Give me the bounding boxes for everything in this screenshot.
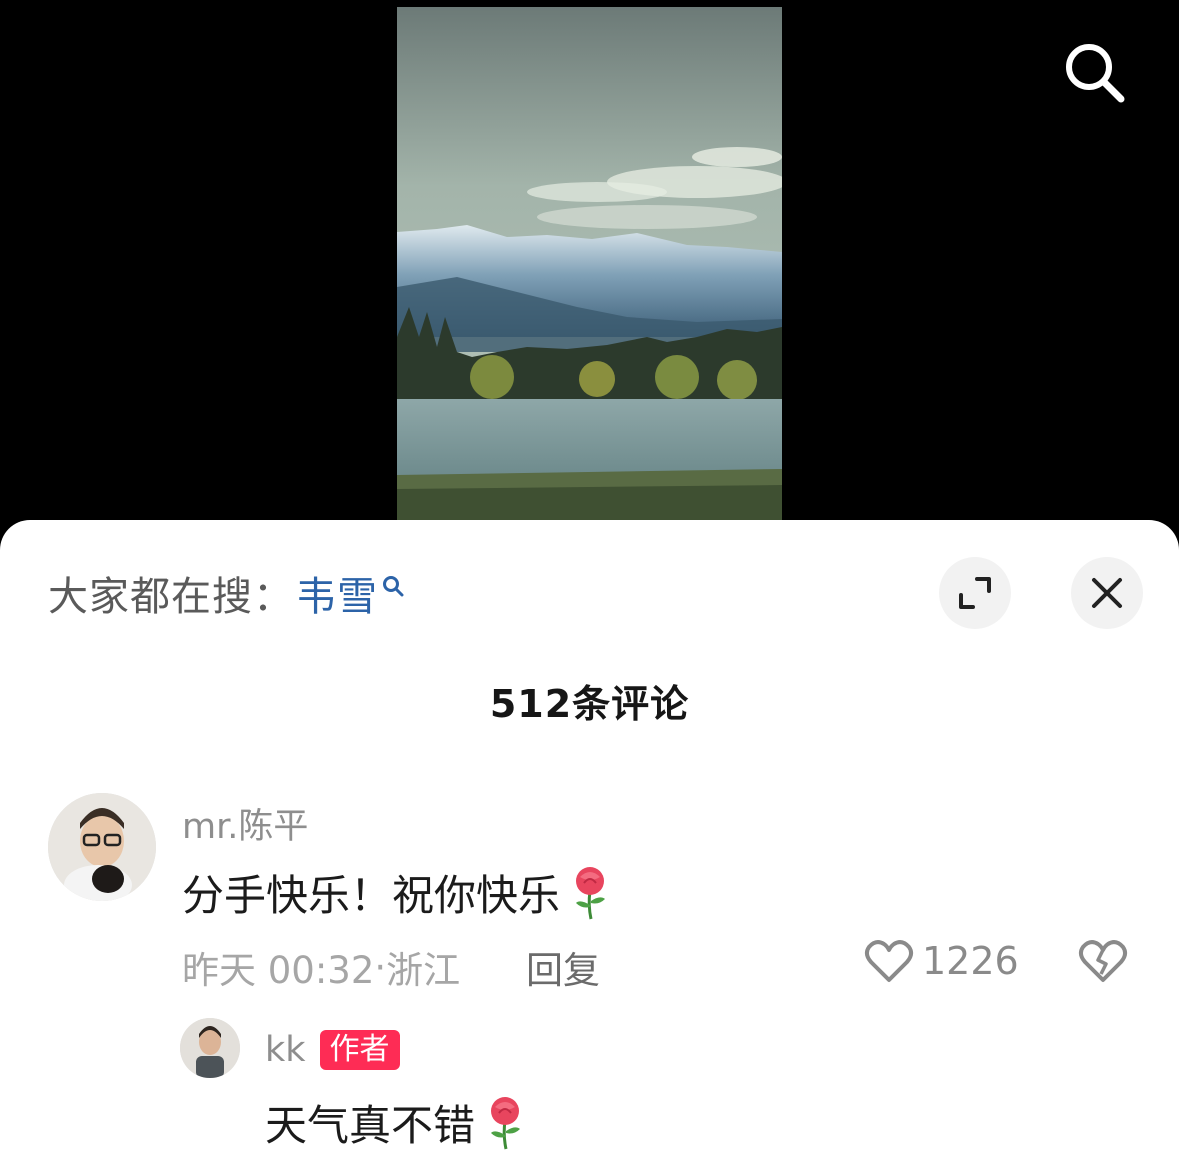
comment-meta: 昨天 00:32 · 浙江 bbox=[182, 940, 460, 994]
author-avatar-image bbox=[180, 1018, 240, 1078]
reply-text: 天气真不错 bbox=[265, 1092, 525, 1153]
hot-search-bar[interactable]: 大家都在搜： 韦雪 bbox=[48, 568, 404, 620]
comment-body: 分手快乐！祝你快乐 bbox=[182, 871, 561, 920]
close-icon bbox=[1092, 578, 1122, 608]
video-thumbnail[interactable] bbox=[397, 7, 782, 520]
hot-search-prefix: 大家都在搜： bbox=[48, 574, 294, 620]
like-button[interactable]: 1226 bbox=[864, 938, 1019, 984]
reply-username-row: kk 作者 bbox=[265, 1030, 400, 1070]
comment-location: 浙江 bbox=[386, 949, 461, 992]
comment-text: 分手快乐！祝你快乐 bbox=[182, 862, 610, 923]
author-badge: 作者 bbox=[319, 1030, 400, 1070]
mini-search-icon bbox=[383, 576, 404, 597]
comment-username[interactable]: kk bbox=[265, 1030, 306, 1070]
comment-count-title: 512条评论 bbox=[489, 682, 690, 726]
rose-icon bbox=[491, 1096, 521, 1149]
broken-heart-icon bbox=[1078, 940, 1128, 982]
comment-time: 昨天 00:32 bbox=[182, 949, 375, 992]
comment-sheet: 大家都在搜： 韦雪 512条评论 mr.陈平 分手快乐！祝你快乐 昨天 00:3… bbox=[0, 520, 1179, 1174]
avatar[interactable] bbox=[180, 1018, 240, 1078]
user-avatar-image bbox=[48, 793, 156, 901]
expand-button[interactable] bbox=[939, 557, 1011, 629]
heart-icon bbox=[864, 940, 914, 982]
meta-separator: · bbox=[374, 945, 387, 989]
dislike-button[interactable] bbox=[1078, 938, 1128, 988]
comment-body: 天气真不错 bbox=[265, 1101, 476, 1150]
rose-icon bbox=[576, 866, 606, 919]
video-player[interactable] bbox=[0, 0, 1179, 540]
search-icon bbox=[1066, 44, 1125, 103]
landscape-image bbox=[397, 7, 782, 520]
avatar[interactable] bbox=[48, 793, 156, 901]
like-count: 1226 bbox=[922, 939, 1019, 983]
reply-button[interactable]: 回复 bbox=[526, 940, 600, 994]
search-button[interactable] bbox=[1058, 36, 1130, 108]
expand-icon bbox=[959, 577, 991, 609]
close-button[interactable] bbox=[1071, 557, 1143, 629]
comment-username[interactable]: mr.陈平 bbox=[182, 798, 308, 849]
hot-search-term[interactable]: 韦雪 bbox=[296, 564, 378, 622]
